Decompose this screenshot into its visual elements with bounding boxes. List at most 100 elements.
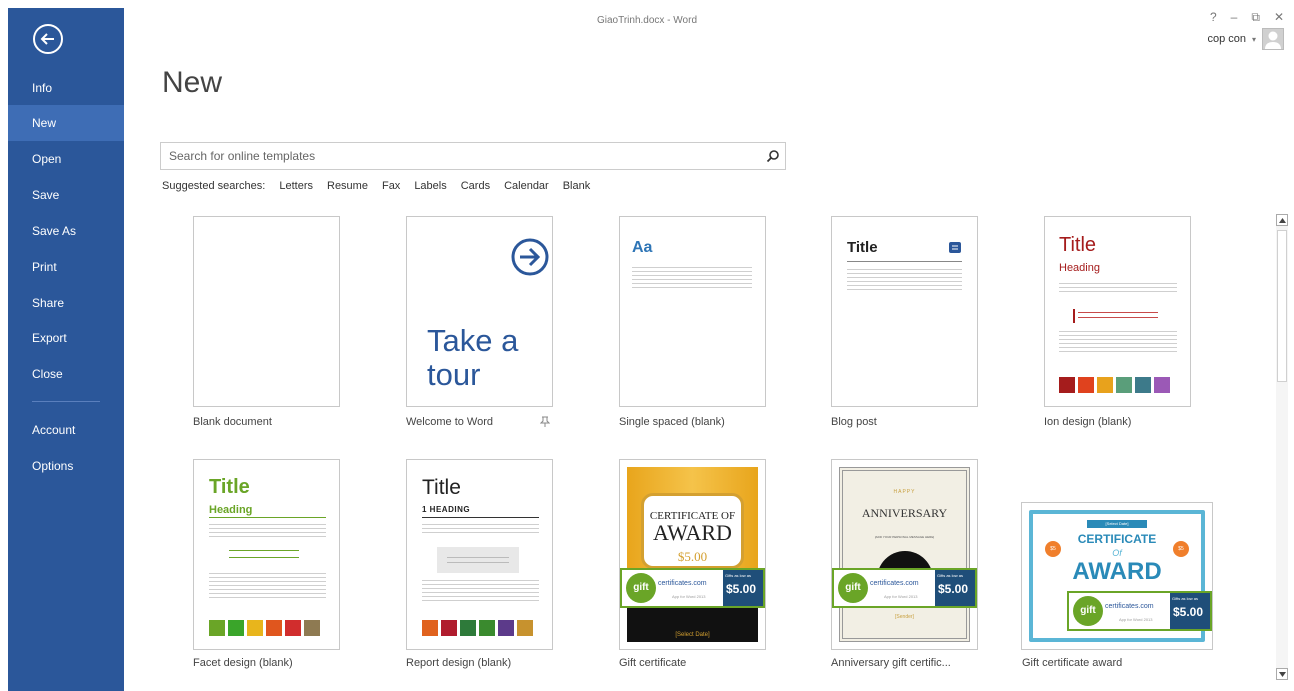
promo-price-box: Gifts as low as $5.00 (1170, 593, 1210, 629)
color-swatch (1097, 377, 1113, 393)
color-swatch (209, 620, 225, 636)
template-gift-certificate[interactable]: CERTIFICATE OF AWARD $5.00 [Select Date]… (619, 459, 766, 650)
blog-icon (949, 242, 961, 253)
template-anniversary-gift-certificate[interactable]: HAPPY ANNIVERSARY [ADD YOUR PERSONAL MES… (831, 459, 978, 650)
template-label: Ion design (blank) (1044, 416, 1132, 428)
color-swatch (1116, 377, 1132, 393)
sidebar-divider (32, 401, 100, 402)
gift-cert-t4: [Select Date] (675, 632, 710, 638)
color-swatch (517, 620, 533, 636)
arrow-right-circle-icon (511, 238, 549, 276)
sidebar-item-close[interactable]: Close (8, 356, 124, 392)
ion-swatches (1059, 377, 1170, 393)
report-callout (437, 547, 519, 573)
template-welcome-to-word[interactable]: Take a tour (406, 216, 553, 407)
promo-label: certificates.com (1105, 603, 1154, 610)
gift-promo-banner[interactable]: gift certificates.com App for Word 2013 … (832, 568, 977, 608)
scroll-down-button[interactable] (1276, 668, 1288, 680)
text-lines (632, 267, 752, 291)
sidebar-item-account[interactable]: Account (8, 412, 124, 448)
avatar (1262, 28, 1284, 50)
close-button[interactable]: ✕ (1274, 10, 1284, 25)
sidebar-item-info[interactable]: Info (8, 70, 124, 106)
backstage-sidebar: Info New Open Save Save As Print Share E… (8, 8, 124, 691)
color-swatch (498, 620, 514, 636)
minimize-button[interactable]: – (1231, 10, 1238, 25)
template-search (160, 142, 786, 170)
sidebar-item-print[interactable]: Print (8, 249, 124, 285)
template-label: Welcome to Word (406, 416, 494, 428)
scroll-thumb[interactable] (1277, 230, 1287, 382)
template-facet-design[interactable]: Title Heading (193, 459, 340, 650)
anniversary-t1: ANNIVERSARY (861, 506, 948, 520)
template-gift-certificate-award[interactable]: [Select Date] $5 $5 CERTIFICATE Of AWARD… (1021, 502, 1213, 650)
promo-small: Gifts as low as (937, 573, 964, 578)
user-icon (1265, 31, 1281, 49)
search-icon[interactable] (761, 144, 785, 168)
sidebar-item-save[interactable]: Save (8, 177, 124, 213)
suggested-link-letters[interactable]: Letters (279, 180, 313, 192)
gift-cert-t2: AWARD (653, 520, 732, 545)
suggested-link-cards[interactable]: Cards (461, 180, 490, 192)
anniversary-background: HAPPY ANNIVERSARY [ADD YOUR PERSONAL MES… (839, 467, 970, 642)
account-name: cop con (1207, 33, 1246, 45)
gift-promo-banner[interactable]: gift certificates.com App for Word 2013 … (1067, 591, 1212, 631)
blog-title-text: Title (847, 239, 878, 256)
suggested-link-fax[interactable]: Fax (382, 180, 400, 192)
facet-title-text: Title (209, 476, 250, 498)
suggested-link-blank[interactable]: Blank (563, 180, 591, 192)
report-title-text: Title (422, 476, 461, 499)
suggested-link-labels[interactable]: Labels (414, 180, 446, 192)
scroll-up-button[interactable] (1276, 214, 1288, 226)
award-t1: CERTIFICATE (1077, 532, 1157, 546)
triangle-up-icon (1278, 217, 1286, 223)
template-label: Anniversary gift certific... (831, 657, 951, 669)
window-title: GiaoTrinh.docx - Word (596, 15, 698, 26)
template-blank-document[interactable] (193, 216, 340, 407)
promo-price: $5.00 (938, 582, 969, 596)
template-label: Gift certificate award (1022, 657, 1123, 669)
promo-label: certificates.com (870, 580, 919, 587)
color-swatch (1059, 377, 1075, 393)
promo-label: certificates.com (658, 580, 707, 587)
tour-text-1: Take a (427, 323, 519, 358)
account-menu[interactable]: cop con ▾ (1207, 28, 1284, 50)
vertical-scrollbar[interactable] (1276, 214, 1288, 680)
facet-heading-text: Heading (209, 504, 253, 516)
suggested-link-resume[interactable]: Resume (327, 180, 368, 192)
suggested-link-calendar[interactable]: Calendar (504, 180, 549, 192)
template-label: Gift certificate (619, 657, 687, 669)
color-swatch (1154, 377, 1170, 393)
text-lines (422, 580, 539, 604)
template-ion-design[interactable]: Title Heading (1044, 216, 1191, 407)
restore-button[interactable]: ⧉ (1251, 10, 1260, 25)
help-button[interactable]: ? (1210, 10, 1217, 25)
sidebar-item-save-as[interactable]: Save As (8, 213, 124, 249)
promo-price: $5.00 (726, 582, 757, 596)
promo-app: App for Word 2013 (884, 594, 918, 599)
sidebar-item-options[interactable]: Options (8, 448, 124, 484)
report-heading-text: 1 HEADING (422, 505, 471, 514)
sidebar-item-export[interactable]: Export (8, 320, 124, 356)
sidebar-item-share[interactable]: Share (8, 285, 124, 321)
template-label: Facet design (blank) (193, 657, 293, 669)
pin-icon[interactable] (540, 416, 550, 428)
promo-price: $5.00 (1173, 605, 1204, 619)
color-swatch (266, 620, 282, 636)
template-blog-post[interactable]: Title (831, 216, 978, 407)
sidebar-item-open[interactable]: Open (8, 141, 124, 177)
gift-logo: gift (838, 573, 868, 603)
template-label: Blank document (193, 416, 272, 428)
gift-cert-t3: $5.00 (677, 549, 708, 564)
back-arrow-icon (40, 33, 54, 45)
template-single-spaced[interactable]: Aa (619, 216, 766, 407)
gift-promo-banner[interactable]: gift certificates.com App for Word 2013 … (620, 568, 765, 608)
search-input[interactable] (169, 149, 761, 163)
color-swatch (1078, 377, 1094, 393)
template-report-design[interactable]: Title 1 HEADING (406, 459, 553, 650)
sidebar-item-new[interactable]: New (8, 105, 124, 141)
back-button[interactable] (33, 24, 63, 54)
color-swatch (441, 620, 457, 636)
ion-heading-text: Heading (1059, 262, 1100, 274)
ion-title-text: Title (1059, 234, 1097, 256)
